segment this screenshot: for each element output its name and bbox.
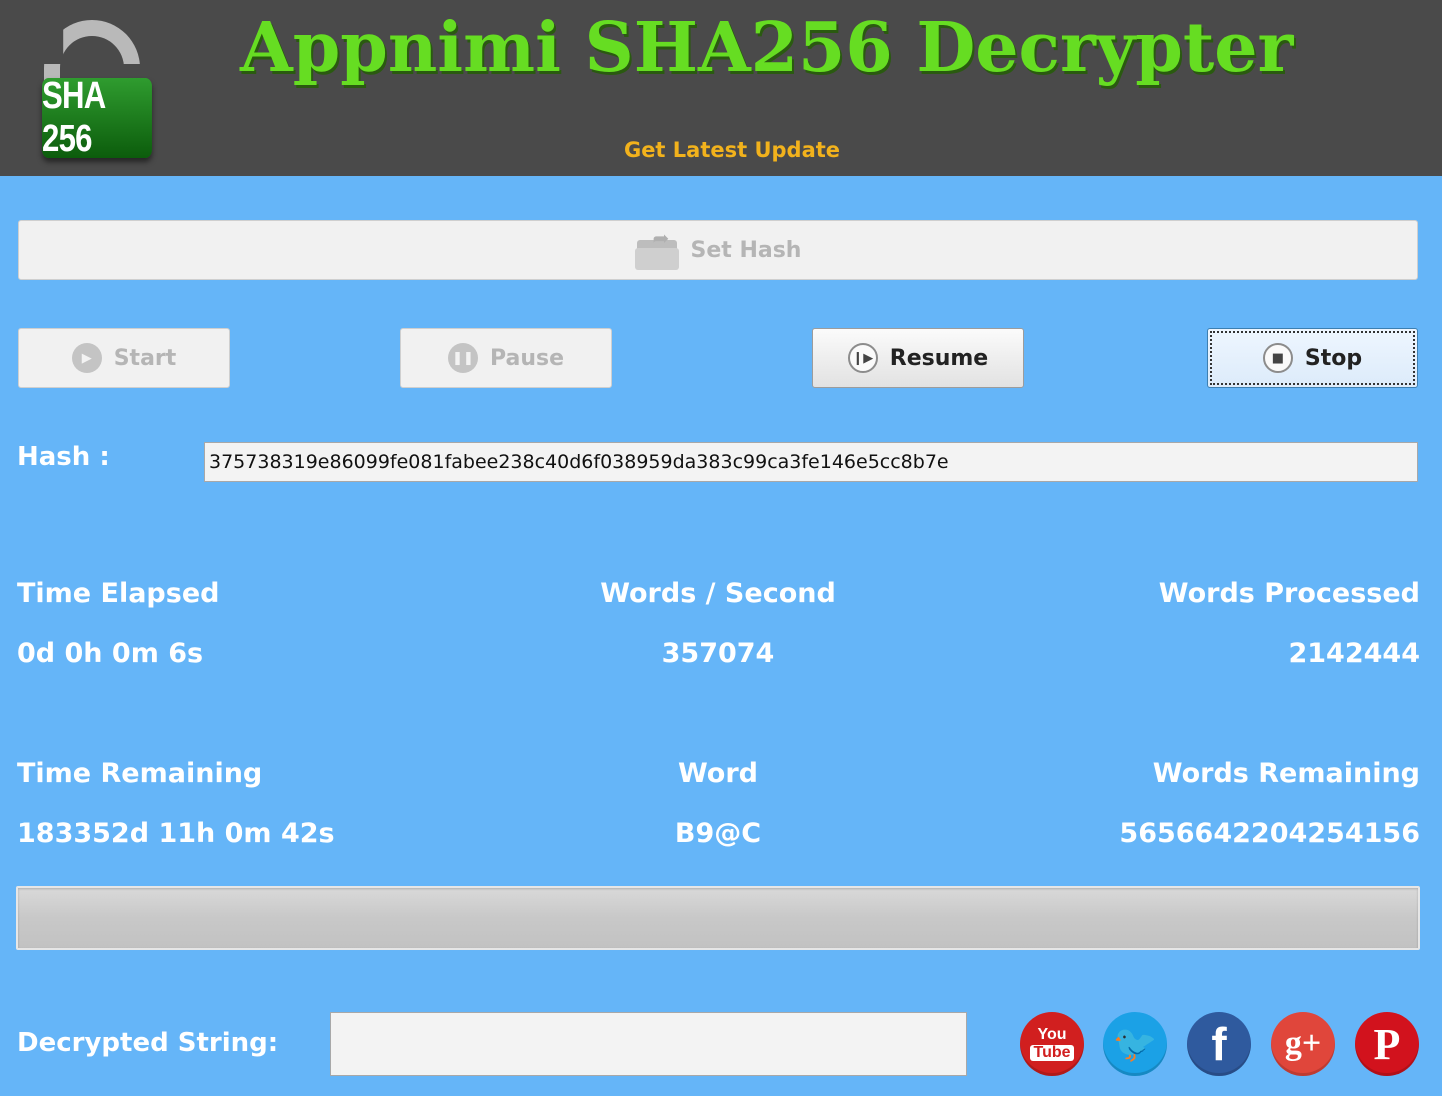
get-latest-update-link[interactable]: Get Latest Update — [600, 138, 864, 166]
pause-label: Pause — [489, 345, 565, 371]
youtube-tube-text: Tube — [1030, 1045, 1074, 1061]
words-remaining-value: 5656642204254156 — [1119, 818, 1420, 849]
time-remaining-value: 183352d 11h 0m 42s — [17, 818, 335, 849]
sha256-lock-logo: SHA 256 — [26, 14, 168, 164]
pause-icon: ❚❚ — [447, 343, 478, 373]
words-remaining-label: Words Remaining — [1152, 758, 1420, 789]
open-folder-icon: ➦ — [634, 226, 679, 270]
facebook-f-icon: f — [1211, 1018, 1227, 1070]
set-hash-button[interactable]: ➦ Set Hash — [18, 220, 1418, 280]
current-word-value: B9@C — [674, 818, 762, 849]
youtube-icon[interactable]: You Tube — [1020, 1012, 1084, 1076]
youtube-you-text: You — [1037, 1026, 1067, 1043]
pause-button[interactable]: ❚❚ Pause — [400, 328, 612, 388]
decrypted-string-label: Decrypted String: — [17, 1028, 279, 1058]
google-plus-icon[interactable]: g+ — [1271, 1012, 1335, 1076]
logo-label: SHA 256 — [42, 75, 152, 160]
app-title: Appnimi SHA256 Decrypter — [240, 8, 1294, 88]
twitter-icon[interactable]: 🐦 — [1103, 1012, 1167, 1076]
decrypted-string-field[interactable] — [330, 1012, 967, 1076]
time-remaining-label: Time Remaining — [17, 758, 263, 789]
resume-icon: ❙▶ — [847, 343, 878, 373]
words-per-second-label: Words / Second — [600, 578, 836, 609]
google-plus-glyph-icon: g+ — [1284, 1025, 1322, 1062]
play-icon: ▶ — [71, 343, 102, 373]
set-hash-label: Set Hash — [690, 237, 802, 263]
hash-label: Hash : — [17, 442, 110, 472]
twitter-bird-icon: 🐦 — [1112, 1024, 1158, 1065]
hash-field[interactable] — [204, 442, 1418, 482]
words-processed-label: Words Processed — [1158, 578, 1420, 609]
words-processed-value: 2142444 — [1288, 638, 1420, 669]
stop-icon: ■ — [1262, 343, 1293, 373]
pinterest-icon[interactable]: P — [1355, 1012, 1419, 1076]
pinterest-p-icon: P — [1373, 1019, 1401, 1069]
start-button[interactable]: ▶ Start — [18, 328, 230, 388]
time-elapsed-label: Time Elapsed — [17, 578, 220, 609]
time-elapsed-value: 0d 0h 0m 6s — [17, 638, 204, 669]
progress-bar — [16, 886, 1420, 950]
words-per-second-value: 357074 — [661, 638, 775, 669]
app-header: SHA 256 Appnimi SHA256 Decrypter Get Lat… — [0, 0, 1442, 176]
facebook-icon[interactable]: f — [1187, 1012, 1251, 1076]
resume-label: Resume — [889, 345, 989, 371]
resume-button[interactable]: ❙▶ Resume — [812, 328, 1024, 388]
stop-label: Stop — [1304, 345, 1363, 371]
start-label: Start — [113, 345, 177, 371]
stop-button[interactable]: ■ Stop — [1207, 328, 1418, 388]
current-word-label: Word — [677, 758, 758, 789]
